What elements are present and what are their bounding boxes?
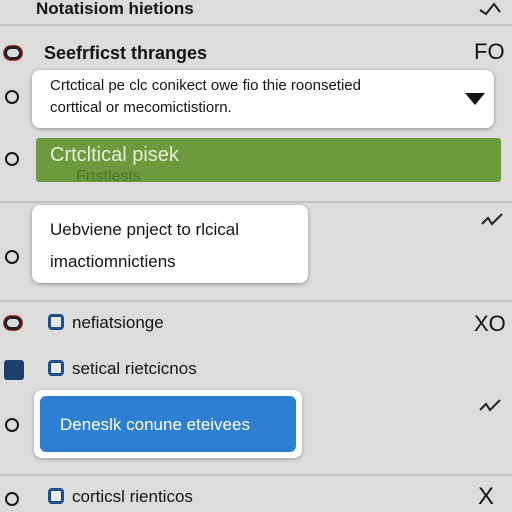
dropdown-line-2: corttical or mecomictistiorn. xyxy=(50,99,232,116)
app-icon xyxy=(48,314,64,330)
message-card: Uebviene pnject to rlcical imactiomnicti… xyxy=(32,205,308,283)
card-line-2: imactiomnictiens xyxy=(50,252,176,271)
check-icon[interactable] xyxy=(478,398,502,418)
banner-line-2: Frtstlests xyxy=(76,168,141,182)
folder-icon[interactable] xyxy=(4,360,24,380)
checkmark-tilde-icon[interactable] xyxy=(478,0,504,18)
primary-button[interactable]: Deneslk conune eteivees xyxy=(34,390,302,458)
check-icon[interactable] xyxy=(480,212,504,232)
row-1-label: nefiatsionge xyxy=(72,313,164,332)
banner-line-1: Crtcltical pisek xyxy=(50,144,179,166)
radio-card[interactable] xyxy=(5,250,19,264)
row-2-label: setical rietcicnos xyxy=(72,359,197,378)
app-icon xyxy=(48,360,64,376)
radio-button-row[interactable] xyxy=(5,418,19,432)
radio-dropdown[interactable] xyxy=(5,90,19,104)
row-1-glyph: XO xyxy=(474,311,506,336)
radio-section[interactable] xyxy=(4,46,22,60)
radio-row-3[interactable] xyxy=(5,492,19,506)
section-glyph: FO xyxy=(474,39,505,64)
chevron-down-icon[interactable] xyxy=(464,92,486,106)
dropdown-line-1: Crtctical pe clc conikect owe fio thie r… xyxy=(50,77,361,94)
radio-banner[interactable] xyxy=(5,152,19,166)
app-icon xyxy=(48,488,64,504)
dropdown-select[interactable]: Crtctical pe clc conikect owe fio thie r… xyxy=(32,70,494,128)
card-line-1: Uebviene pnject to rlcical xyxy=(50,220,239,239)
radio-row-1[interactable] xyxy=(4,316,22,330)
status-banner: Crtcltical pisek Frtstlests xyxy=(36,138,501,182)
page-title: Notatisiom hietions xyxy=(36,0,194,18)
row-3-label: corticsl rienticos xyxy=(72,487,193,506)
close-icon[interactable]: X xyxy=(478,483,494,510)
section-title: Seefrficst thranges xyxy=(44,43,208,63)
primary-button-label: Deneslk conune eteivees xyxy=(60,415,250,434)
